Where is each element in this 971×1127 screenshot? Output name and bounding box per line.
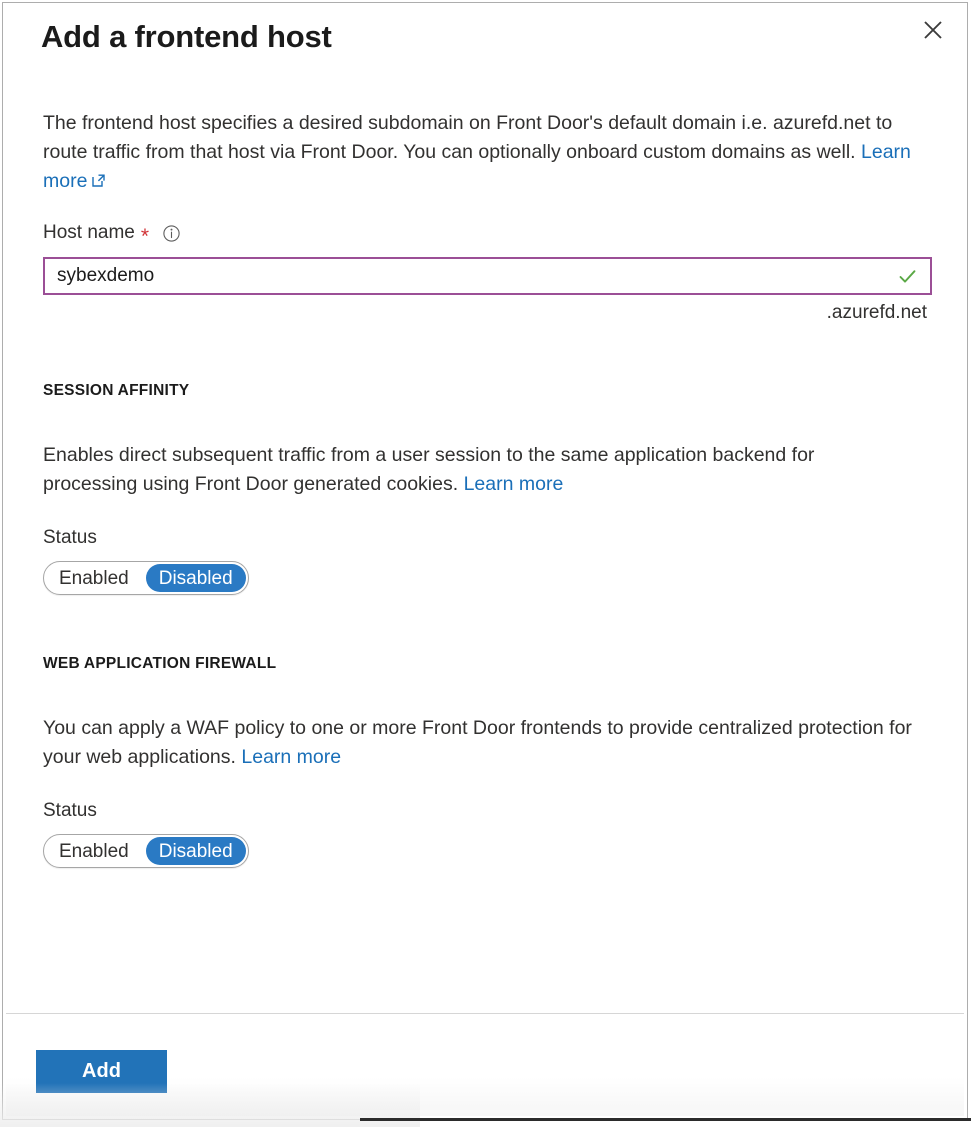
- screenshot-root: Add a frontend host The frontend host sp…: [0, 0, 971, 1127]
- host-name-label: Host name: [43, 222, 135, 243]
- waf-text: You can apply a WAF policy to one or mor…: [43, 717, 912, 768]
- description-text: The frontend host specifies a desired su…: [43, 112, 893, 163]
- add-button[interactable]: Add: [36, 1050, 167, 1093]
- required-indicator: *: [140, 224, 150, 248]
- close-icon: [922, 19, 944, 41]
- checkmark-icon: [897, 266, 918, 287]
- status-label-waf: Status: [43, 800, 97, 821]
- host-name-label-row: Host name *: [43, 222, 181, 248]
- page-title: Add a frontend host: [41, 19, 332, 54]
- toggle-option-disabled-waf[interactable]: Disabled: [145, 837, 246, 865]
- close-button[interactable]: [916, 13, 950, 47]
- dialog-panel: Add a frontend host The frontend host sp…: [2, 2, 968, 1120]
- host-name-field[interactable]: [43, 257, 932, 295]
- section-body-waf: You can apply a WAF policy to one or mor…: [43, 714, 913, 772]
- section-title-waf: WEB APPLICATION FIREWALL: [43, 655, 277, 672]
- toggle-option-enabled-waf[interactable]: Enabled: [46, 837, 142, 865]
- dialog-header: Add a frontend host: [41, 17, 937, 67]
- host-name-suffix: .azurefd.net: [826, 302, 927, 323]
- toggle-waf[interactable]: Enabled Disabled: [43, 834, 249, 868]
- external-link-icon: [91, 168, 106, 197]
- session-affinity-text: Enables direct subsequent traffic from a…: [43, 444, 815, 495]
- section-body-session-affinity: Enables direct subsequent traffic from a…: [43, 441, 903, 499]
- toggle-option-enabled-session-affinity[interactable]: Enabled: [46, 564, 142, 592]
- dialog-description: The frontend host specifies a desired su…: [43, 109, 938, 197]
- section-title-session-affinity: SESSION AFFINITY: [43, 382, 190, 399]
- footer-divider: [6, 1013, 964, 1014]
- host-name-input[interactable]: [45, 259, 897, 293]
- learn-more-link-session-affinity[interactable]: Learn more: [464, 473, 564, 495]
- learn-more-link-waf[interactable]: Learn more: [241, 746, 341, 768]
- info-icon[interactable]: [162, 224, 181, 243]
- status-label-session-affinity: Status: [43, 527, 97, 548]
- toggle-session-affinity[interactable]: Enabled Disabled: [43, 561, 249, 595]
- toggle-option-disabled-session-affinity[interactable]: Disabled: [145, 564, 246, 592]
